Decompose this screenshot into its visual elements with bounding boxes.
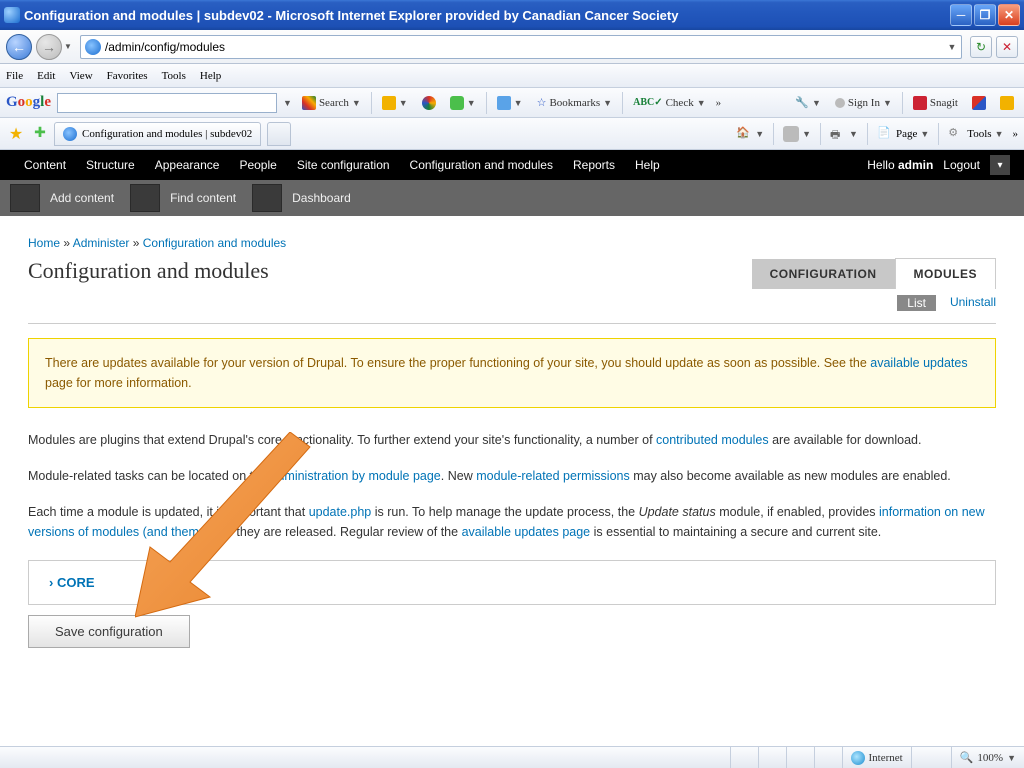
drupal-shortcut-bar: Add content Find content Dashboard (0, 180, 1024, 216)
window-title: Configuration and modules | subdev02 - M… (24, 8, 950, 23)
window-titlebar: Configuration and modules | subdev02 - M… (0, 0, 1024, 30)
browser-tabbar: ★ ✚ Configuration and modules | subdev02… (0, 118, 1024, 150)
stop-button[interactable]: ✕ (996, 36, 1018, 58)
admin-menu-config-modules[interactable]: Configuration and modules (400, 158, 563, 172)
window-close-button[interactable]: ✕ (998, 4, 1020, 26)
browser-menubar: File Edit View Favorites Tools Help (0, 64, 1024, 88)
drupal-admin-toolbar: Content Structure Appearance People Site… (0, 150, 1024, 180)
save-configuration-button[interactable]: Save configuration (28, 615, 190, 648)
available-updates-link[interactable]: available updates (870, 356, 967, 370)
feeds-button[interactable]: ▼ (780, 124, 814, 144)
menu-help[interactable]: Help (200, 70, 221, 82)
zoom-icon: 🔍 (960, 751, 974, 764)
commandbar-more-icon[interactable]: » (1013, 128, 1019, 140)
tab-modules[interactable]: MODULES (895, 258, 997, 289)
warning-message: There are updates available for your ver… (28, 338, 996, 408)
help-para-1: Modules are plugins that extend Drupal's… (28, 430, 996, 450)
toolbar-cards-icon[interactable]: ▼ (378, 94, 412, 112)
contributed-modules-link[interactable]: contributed modules (656, 433, 769, 447)
help-para-2: Module-related tasks can be located on t… (28, 466, 996, 486)
primary-tabs: CONFIGURATION MODULES (752, 258, 996, 289)
signin-button[interactable]: Sign In▼ (831, 95, 896, 111)
google-logo[interactable]: Google (6, 94, 51, 111)
module-permissions-link[interactable]: module-related permissions (476, 469, 630, 483)
google-search-button[interactable]: Search▼ (298, 94, 365, 112)
shortcut-add-content[interactable]: Add content (10, 184, 114, 212)
fieldset-core-legend[interactable]: CORE (29, 561, 995, 604)
admin-collapse-icon[interactable]: ▾ (990, 155, 1010, 175)
admin-menu-reports[interactable]: Reports (563, 158, 625, 172)
help-para-3: Each time a module is updated, it is imp… (28, 502, 996, 542)
tab-label: Configuration and modules | subdev02 (82, 128, 252, 140)
subtab-uninstall[interactable]: Uninstall (950, 295, 996, 311)
site-icon (85, 39, 101, 55)
new-tab-button[interactable] (267, 122, 291, 146)
page-title: Configuration and modules (28, 258, 752, 284)
shortcut-dashboard[interactable]: Dashboard (252, 184, 351, 212)
shortcut-find-content[interactable]: Find content (130, 184, 236, 212)
add-favorite-icon[interactable]: ✚ (30, 124, 50, 144)
spellcheck-button[interactable]: ABC✓Check▼ (629, 95, 710, 111)
security-zone[interactable]: Internet (842, 747, 911, 768)
favorites-star-icon[interactable]: ★ (6, 124, 26, 144)
menu-view[interactable]: View (69, 70, 92, 82)
admin-logout-link[interactable]: Logout (943, 158, 980, 172)
window-minimize-button[interactable]: ─ (950, 4, 972, 26)
admin-by-module-link[interactable]: administration by module page (271, 469, 441, 483)
search-dropdown-icon[interactable]: ▼ (283, 98, 292, 108)
google-toolbar: Google ▼ Search▼ ▼ ▼ ▼ ☆Bookmarks▼ ABC✓C… (0, 88, 1024, 118)
internet-zone-icon (851, 751, 865, 765)
breadcrumb-admin[interactable]: Administer (73, 236, 130, 250)
available-updates-page-link[interactable]: available updates page (462, 525, 591, 539)
admin-menu-site-config[interactable]: Site configuration (287, 158, 400, 172)
forward-button[interactable]: → (36, 34, 62, 60)
toolbar-plus-icon[interactable]: ▼ (446, 94, 480, 112)
home-button[interactable]: 🏠▼ (733, 124, 767, 144)
browser-status-bar: Internet 🔍100% ▼ (0, 746, 1024, 768)
toolbar-folder-icon[interactable] (996, 94, 1018, 112)
toolbar-more-icon[interactable]: » (716, 97, 722, 109)
update-php-link[interactable]: update.php (309, 505, 372, 519)
toolbar-swirl-icon[interactable] (418, 94, 440, 112)
toolbar-windows-icon[interactable] (968, 94, 990, 112)
breadcrumb-current[interactable]: Configuration and modules (143, 236, 286, 250)
admin-hello: Hello admin (867, 158, 933, 172)
menu-favorites[interactable]: Favorites (107, 70, 148, 82)
snagit-button[interactable]: Snagit (909, 94, 962, 112)
page-menu[interactable]: 📄Page▼ (874, 124, 932, 144)
breadcrumb: Home » Administer » Configuration and mo… (28, 236, 996, 250)
ie-icon (4, 7, 20, 23)
admin-menu-help[interactable]: Help (625, 158, 670, 172)
admin-menu-content[interactable]: Content (14, 158, 76, 172)
breadcrumb-home[interactable]: Home (28, 236, 60, 250)
secondary-tabs: List Uninstall (28, 295, 996, 311)
bookmarks-button[interactable]: ☆Bookmarks▼ (533, 94, 617, 111)
address-input[interactable] (105, 40, 943, 54)
window-maximize-button[interactable]: ❐ (974, 4, 996, 26)
tab-configuration[interactable]: CONFIGURATION (752, 259, 895, 289)
refresh-button[interactable]: ↻ (970, 36, 992, 58)
fieldset-core[interactable]: CORE (28, 560, 996, 605)
print-button[interactable]: 🖶▼ (827, 124, 861, 144)
tab-favicon (63, 127, 77, 141)
menu-file[interactable]: File (6, 70, 23, 82)
settings-wrench-icon[interactable]: 🔧▼ (791, 94, 825, 111)
admin-menu-structure[interactable]: Structure (76, 158, 145, 172)
subtab-list[interactable]: List (897, 295, 936, 311)
menu-tools[interactable]: Tools (162, 70, 186, 82)
toolbar-share-icon[interactable]: ▼ (493, 94, 527, 112)
admin-menu-people[interactable]: People (229, 158, 286, 172)
recent-dropdown-icon[interactable]: ▼ (64, 42, 72, 51)
zoom-control[interactable]: 🔍100% ▼ (951, 747, 1024, 768)
page-content: Home » Administer » Configuration and mo… (0, 216, 1024, 668)
address-bar[interactable]: ▼ (80, 35, 962, 59)
tools-menu[interactable]: ⚙Tools▼ (945, 124, 1006, 144)
browser-tab-active[interactable]: Configuration and modules | subdev02 (54, 122, 261, 146)
menu-edit[interactable]: Edit (37, 70, 55, 82)
back-button[interactable]: ← (6, 34, 32, 60)
google-search-input[interactable] (57, 93, 277, 113)
browser-navbar: ← → ▼ ▼ ↻ ✕ (0, 30, 1024, 64)
address-dropdown-icon[interactable]: ▼ (943, 42, 961, 52)
admin-menu-appearance[interactable]: Appearance (145, 158, 230, 172)
